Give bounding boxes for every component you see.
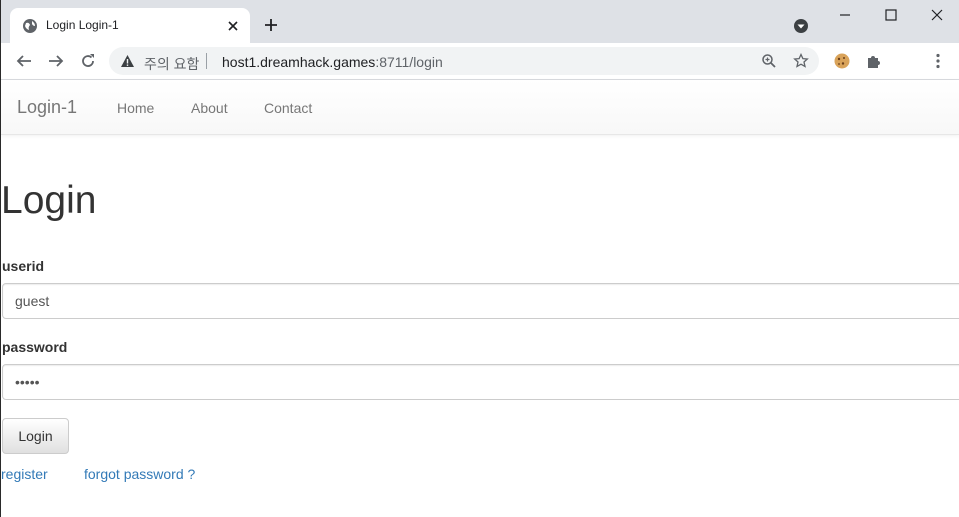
nav-link-home[interactable]: Home	[117, 100, 154, 116]
url-host: host1.dreamhack.games	[222, 54, 376, 70]
globe-icon	[23, 19, 37, 33]
extensions-puzzle-icon[interactable]	[865, 52, 883, 70]
close-window-icon[interactable]	[929, 7, 945, 23]
bookmark-star-icon[interactable]	[793, 53, 809, 69]
tab-search-icon[interactable]	[792, 17, 810, 35]
login-button[interactable]: Login	[2, 418, 69, 454]
zoom-icon[interactable]	[761, 53, 777, 69]
warning-icon[interactable]	[120, 54, 135, 68]
tab-title: Login Login-1	[46, 18, 119, 32]
nav-link-about[interactable]: About	[191, 100, 228, 116]
password-input[interactable]	[2, 364, 959, 400]
password-label: password	[2, 339, 68, 355]
browser-titlebar: Login Login-1	[1, 0, 959, 43]
back-icon[interactable]	[15, 52, 33, 70]
browser-tab[interactable]: Login Login-1	[10, 8, 250, 43]
page-title: Login	[1, 179, 97, 222]
minimize-icon[interactable]	[837, 7, 853, 23]
userid-label: userid	[2, 258, 45, 274]
address-separator	[206, 53, 207, 69]
browser-toolbar: 주의 요함 host1.dreamhack.games:8711/login	[1, 43, 959, 80]
close-tab-icon[interactable]	[226, 19, 240, 33]
security-label[interactable]: 주의 요함	[144, 54, 199, 74]
new-tab-icon[interactable]	[263, 17, 279, 33]
address-bar[interactable]: 주의 요함 host1.dreamhack.games:8711/login	[109, 47, 819, 75]
nav-link-contact[interactable]: Contact	[264, 100, 312, 116]
url-text[interactable]: host1.dreamhack.games:8711/login	[222, 54, 443, 70]
forward-icon[interactable]	[47, 52, 65, 70]
site-navbar: Login-1 Home About Contact	[1, 80, 959, 135]
cookie-extension-icon[interactable]	[833, 52, 851, 70]
register-link[interactable]: register	[1, 466, 48, 482]
kebab-menu-icon[interactable]	[929, 52, 947, 70]
url-path: :8711/login	[375, 54, 443, 70]
navbar-brand[interactable]: Login-1	[17, 97, 77, 118]
forgot-password-link[interactable]: forgot password ?	[84, 466, 195, 482]
maximize-icon[interactable]	[883, 7, 899, 23]
userid-input[interactable]	[2, 283, 959, 319]
reload-icon[interactable]	[79, 52, 97, 70]
